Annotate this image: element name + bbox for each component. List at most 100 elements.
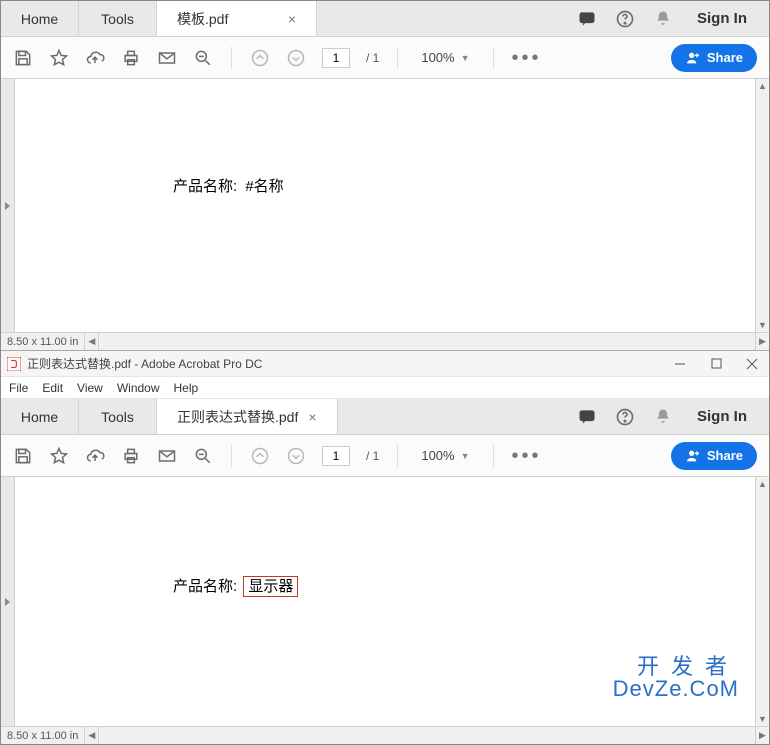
horizontal-scrollbar[interactable]: ◀ ▶ [85,333,769,350]
menu-help[interactable]: Help [174,381,199,395]
left-panel-toggle[interactable] [1,477,15,726]
toolbar-separator [231,445,232,467]
status-bar: 8.50 x 11.00 in ◀ ▶ [1,332,769,350]
share-button-label: Share [707,448,743,463]
close-icon[interactable]: × [288,11,296,27]
pdf-text-line: 产品名称: 显示器 [173,575,298,596]
scroll-right-icon[interactable]: ▶ [755,333,769,350]
page-number-input[interactable] [322,48,350,68]
zoom-dropdown[interactable]: 100% ▼ [416,48,474,67]
search-minus-icon[interactable] [193,48,213,68]
workspace: 产品名称: #名称 ▲ ▼ [1,79,769,332]
horizontal-scrollbar[interactable]: ◀ ▶ [85,727,769,744]
window-bottom: 正则表达式替换.pdf - Adobe Acrobat Pro DC File … [1,351,769,744]
zoom-value: 100% [421,448,454,463]
sign-in-link[interactable]: Sign In [691,10,753,27]
document-canvas[interactable]: 产品名称: #名称 [15,79,755,332]
scroll-down-icon[interactable]: ▼ [756,712,769,726]
page-up-icon[interactable] [250,48,270,68]
scroll-up-icon[interactable]: ▲ [756,79,769,93]
person-plus-icon [685,50,701,66]
tab-tools[interactable]: Tools [79,399,157,434]
sign-in-link[interactable]: Sign In [691,408,753,425]
vertical-scrollbar[interactable]: ▲ ▼ [755,477,769,726]
tab-document[interactable]: 正则表达式替换.pdf × [157,399,338,434]
toolbar-separator-2 [397,445,398,467]
tab-strip: Home Tools 正则表达式替换.pdf × Sign In [1,399,769,435]
menu-file[interactable]: File [9,381,28,395]
scroll-right-icon[interactable]: ▶ [755,727,769,744]
help-icon[interactable] [615,9,635,29]
page-down-icon[interactable] [286,48,306,68]
tab-document-label: 正则表达式替换.pdf [177,407,298,427]
menu-view[interactable]: View [77,381,103,395]
page-total-label: / 1 [366,51,379,65]
share-button-label: Share [707,50,743,65]
mail-icon[interactable] [157,48,177,68]
cloud-upload-icon[interactable] [85,48,105,68]
maximize-icon[interactable] [709,357,723,371]
tab-tools[interactable]: Tools [79,1,157,36]
chat-icon[interactable] [577,407,597,427]
close-icon[interactable]: × [308,409,316,425]
help-icon[interactable] [615,407,635,427]
scroll-track[interactable] [756,93,769,318]
tabs-right: Sign In [561,1,769,36]
star-icon[interactable] [49,446,69,466]
more-icon[interactable]: ••• [512,446,542,466]
minimize-icon[interactable] [673,357,687,371]
bell-icon[interactable] [653,9,673,29]
scroll-left-icon[interactable]: ◀ [85,333,99,350]
cloud-upload-icon[interactable] [85,446,105,466]
status-bar: 8.50 x 11.00 in ◀ ▶ [1,726,769,744]
toolbar-separator [231,47,232,69]
left-panel-toggle[interactable] [1,79,15,332]
field-value: #名称 [245,178,283,195]
toolbar: / 1 100% ▼ ••• Share [1,37,769,79]
toolbar-separator-3 [493,47,494,69]
scroll-up-icon[interactable]: ▲ [756,477,769,491]
vertical-scrollbar[interactable]: ▲ ▼ [755,79,769,332]
field-label: 产品名称: [173,178,237,195]
star-icon[interactable] [49,48,69,68]
field-label: 产品名称: [173,578,237,595]
tab-document[interactable]: 模板.pdf × [157,1,317,36]
save-icon[interactable] [13,48,33,68]
scroll-track[interactable] [756,491,769,712]
toolbar: / 1 100% ▼ ••• Share [1,435,769,477]
page-up-icon[interactable] [250,446,270,466]
share-button[interactable]: Share [671,44,757,72]
zoom-dropdown[interactable]: 100% ▼ [416,446,474,465]
scroll-down-icon[interactable]: ▼ [756,318,769,332]
toolbar-separator-2 [397,47,398,69]
search-minus-icon[interactable] [193,446,213,466]
document-canvas[interactable]: 产品名称: 显示器 开发者 DevZe.CoM [15,477,755,726]
tabs-left: Home Tools 模板.pdf × [1,1,317,36]
tab-home[interactable]: Home [1,1,79,36]
tab-home[interactable]: Home [1,399,79,434]
scroll-left-icon[interactable]: ◀ [85,727,99,744]
field-value-box: 显示器 [243,576,298,597]
page-down-icon[interactable] [286,446,306,466]
mail-icon[interactable] [157,446,177,466]
page-dimensions: 8.50 x 11.00 in [1,727,85,744]
print-icon[interactable] [121,446,141,466]
bell-icon[interactable] [653,407,673,427]
chevron-right-icon [5,598,10,606]
page-total-label: / 1 [366,449,379,463]
chat-icon[interactable] [577,9,597,29]
close-window-icon[interactable] [745,357,759,371]
menu-window[interactable]: Window [117,381,160,395]
menu-edit[interactable]: Edit [42,381,63,395]
person-plus-icon [685,448,701,464]
share-button[interactable]: Share [671,442,757,470]
page-number-input[interactable] [322,446,350,466]
save-icon[interactable] [13,446,33,466]
window-top: Home Tools 模板.pdf × Sign In [1,1,769,351]
print-icon[interactable] [121,48,141,68]
acrobat-icon [7,357,21,371]
tabs-right: Sign In [561,399,769,434]
more-icon[interactable]: ••• [512,48,542,68]
chevron-down-icon: ▼ [461,451,470,461]
zoom-value: 100% [421,50,454,65]
